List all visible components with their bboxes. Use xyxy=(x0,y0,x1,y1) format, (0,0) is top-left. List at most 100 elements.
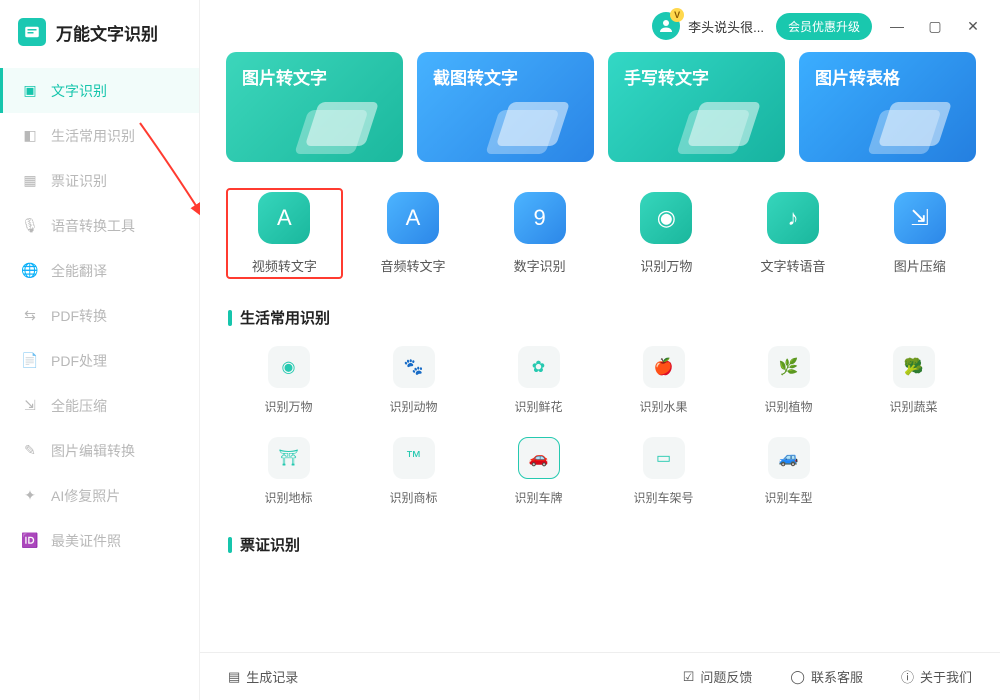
nav-icon: ✦ xyxy=(21,487,39,505)
chip-icon: 🚗 xyxy=(518,437,560,479)
sidebar-item-9[interactable]: ✦ AI修复照片 xyxy=(0,473,199,518)
sidebar-item-10[interactable]: 🆔 最美证件照 xyxy=(0,518,199,563)
main-panel: V 李头说头很... 会员优惠升级 — ▢ ✕ 图片转文字截图转文字手写转文字图… xyxy=(200,0,1000,700)
tool-2[interactable]: 9数字识别 xyxy=(483,188,596,279)
section-title-text: 生活常用识别 xyxy=(240,307,330,328)
sidebar: 万能文字识别 ▣文字识别◧生活常用识别▦票证识别 🎙 语音转换工具 🌐 全能翻译 ⇆PDF… xyxy=(0,0,200,700)
nav-label: AI修复照片 xyxy=(51,486,120,506)
vip-badge: V xyxy=(670,8,684,22)
app-logo-row: 万能文字识别 xyxy=(0,0,199,68)
tool-4[interactable]: ♪文字转语音 xyxy=(737,188,850,279)
maximize-button[interactable]: ▢ xyxy=(922,13,948,39)
tool-icon: A xyxy=(387,192,439,244)
sidebar-item-0[interactable]: ▣文字识别 xyxy=(0,68,199,113)
chip-icon: 🐾 xyxy=(393,346,435,388)
user-block[interactable]: V 李头说头很... xyxy=(652,12,764,40)
username: 李头说头很... xyxy=(688,17,764,36)
nav-label: 最美证件照 xyxy=(51,531,121,551)
hero-card-2[interactable]: 手写转文字 xyxy=(608,52,785,162)
life-chip-3[interactable]: 🍎识别水果 xyxy=(601,346,726,415)
content: 图片转文字截图转文字手写转文字图片转表格 A视频转文字A音频转文字9数字识别◉识… xyxy=(200,52,1000,555)
titlebar: V 李头说头很... 会员优惠升级 — ▢ ✕ xyxy=(200,0,1000,52)
chip-icon: ◉ xyxy=(268,346,310,388)
app-title: 万能文字识别 xyxy=(56,20,158,45)
life-grid: ◉ 识别万物 🐾识别动物✿识别鲜花🍎识别水果 🌿 识别植物 🥦 识别蔬菜 ⛩ 识别地标 ™ 识别商标… xyxy=(226,346,976,506)
life-chip-10[interactable]: 🚙识别车型 xyxy=(726,437,851,506)
chip-label: 识别车牌 xyxy=(514,489,562,506)
nav-icon: 🎙 xyxy=(21,217,39,235)
sidebar-item-8[interactable]: ✎图片编辑转换 xyxy=(0,428,199,473)
tool-0[interactable]: A 视频转文字 xyxy=(226,188,343,279)
life-chip-5[interactable]: 🥦 识别蔬菜 xyxy=(851,346,976,415)
hero-art-icon xyxy=(287,90,397,162)
hero-card-0[interactable]: 图片转文字 xyxy=(226,52,403,162)
hero-art-icon xyxy=(478,90,588,162)
app-logo-icon xyxy=(18,18,46,46)
close-button[interactable]: ✕ xyxy=(960,13,986,39)
chip-icon: 🚙 xyxy=(768,437,810,479)
chip-icon: 🌿 xyxy=(768,346,810,388)
nav-icon: 🆔 xyxy=(21,532,39,550)
upgrade-button[interactable]: 会员优惠升级 xyxy=(776,13,872,40)
minimize-button[interactable]: — xyxy=(884,13,910,39)
avatar: V xyxy=(652,12,680,40)
sidebar-item-6[interactable]: 📄PDF处理 xyxy=(0,338,199,383)
chip-icon: ⛩ xyxy=(268,437,310,479)
nav-label: 全能翻译 xyxy=(51,261,107,281)
footer-contact[interactable]: ◯联系客服 xyxy=(790,667,863,686)
chip-icon: ✿ xyxy=(518,346,560,388)
tool-label: 识别万物 xyxy=(640,256,692,275)
chip-label: 识别水果 xyxy=(639,398,687,415)
tool-icon: ♪ xyxy=(767,192,819,244)
tool-label: 音频转文字 xyxy=(381,256,446,275)
nav-label: 文字识别 xyxy=(51,81,107,101)
section-bar-icon xyxy=(228,537,232,553)
tool-row: A 视频转文字 A 音频转文字 9数字识别◉识别万物♪文字转语音⇲图片压缩 xyxy=(226,188,976,279)
chip-label: 识别植物 xyxy=(764,398,812,415)
chip-label: 识别商标 xyxy=(389,489,437,506)
nav-icon: ◧ xyxy=(21,127,39,145)
footer-history[interactable]: ▤生成记录 xyxy=(228,667,298,686)
hero-card-3[interactable]: 图片转表格 xyxy=(799,52,976,162)
life-chip-8[interactable]: 🚗 识别车牌 xyxy=(476,437,601,506)
check-icon: ☑ xyxy=(683,669,695,685)
nav-icon: ⇲ xyxy=(21,397,39,415)
chip-icon: ™ xyxy=(393,437,435,479)
life-chip-7[interactable]: ™ 识别商标 xyxy=(351,437,476,506)
sidebar-item-3[interactable]: 🎙 语音转换工具 xyxy=(0,203,199,248)
nav-icon: ▦ xyxy=(21,172,39,190)
nav-icon: 📄 xyxy=(21,352,39,370)
tool-1[interactable]: A 音频转文字 xyxy=(357,188,470,279)
chip-icon: 🥦 xyxy=(893,346,935,388)
sidebar-item-5[interactable]: ⇆PDF转换 xyxy=(0,293,199,338)
life-chip-1[interactable]: 🐾识别动物 xyxy=(351,346,476,415)
footer-about[interactable]: ⓘ关于我们 xyxy=(901,667,972,686)
nav-icon: 🌐 xyxy=(21,262,39,280)
life-chip-2[interactable]: ✿识别鲜花 xyxy=(476,346,601,415)
chip-label: 识别蔬菜 xyxy=(889,398,937,415)
sidebar-item-4[interactable]: 🌐 全能翻译 xyxy=(0,248,199,293)
chip-label: 识别车架号 xyxy=(633,489,693,506)
nav-icon: ✎ xyxy=(21,442,39,460)
tool-5[interactable]: ⇲图片压缩 xyxy=(863,188,976,279)
chip-label: 识别万物 xyxy=(264,398,312,415)
life-chip-9[interactable]: ▭识别车架号 xyxy=(601,437,726,506)
nav-label: 语音转换工具 xyxy=(51,216,135,236)
hero-row: 图片转文字截图转文字手写转文字图片转表格 xyxy=(226,52,976,162)
tool-icon: A xyxy=(258,192,310,244)
life-chip-0[interactable]: ◉ 识别万物 xyxy=(226,346,351,415)
hero-art-icon xyxy=(860,90,970,162)
sidebar-item-7[interactable]: ⇲ 全能压缩 xyxy=(0,383,199,428)
life-chip-4[interactable]: 🌿 识别植物 xyxy=(726,346,851,415)
tool-label: 视频转文字 xyxy=(252,256,317,275)
nav-label: 全能压缩 xyxy=(51,396,107,416)
life-chip-6[interactable]: ⛩ 识别地标 xyxy=(226,437,351,506)
hero-card-1[interactable]: 截图转文字 xyxy=(417,52,594,162)
tool-icon: ⇲ xyxy=(894,192,946,244)
footer-feedback[interactable]: ☑问题反馈 xyxy=(683,667,753,686)
chip-label: 识别地标 xyxy=(264,489,312,506)
section-title-ticket: 票证识别 xyxy=(228,534,976,555)
sidebar-item-1[interactable]: ◧生活常用识别 xyxy=(0,113,199,158)
sidebar-item-2[interactable]: ▦票证识别 xyxy=(0,158,199,203)
tool-3[interactable]: ◉识别万物 xyxy=(610,188,723,279)
